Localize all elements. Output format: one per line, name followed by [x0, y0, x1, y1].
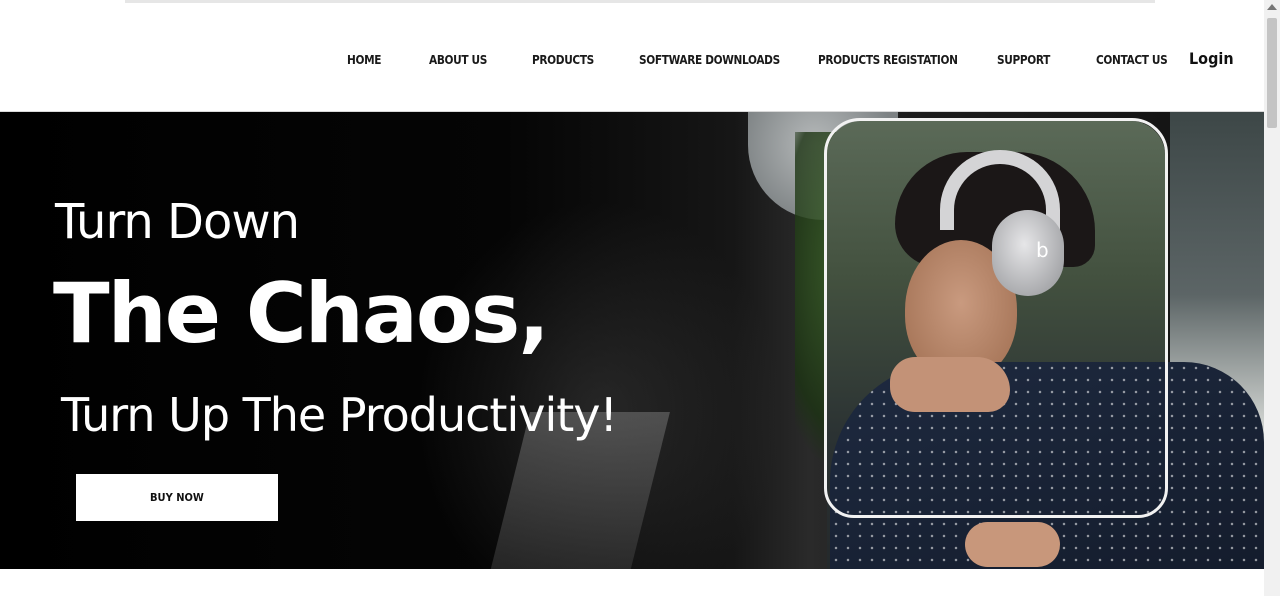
nav-software-downloads[interactable]: SOFTWARE DOWNLOADS — [639, 50, 780, 70]
nav-home[interactable]: HOME — [347, 50, 381, 70]
hero-headline-line2: The Chaos, — [53, 265, 550, 362]
nav-products[interactable]: PRODUCTS — [532, 50, 594, 70]
scrollbar-thumb[interactable] — [1267, 18, 1277, 128]
top-border-line — [125, 0, 1155, 3]
login-link[interactable]: Login — [1189, 47, 1234, 71]
buy-now-button[interactable]: BUY NOW — [76, 474, 278, 521]
buy-now-label: BUY NOW — [150, 491, 204, 504]
site-header: HOME ABOUT US PRODUCTS SOFTWARE DOWNLOAD… — [0, 8, 1264, 112]
nav-products-registration[interactable]: PRODUCTS REGISTATION — [818, 50, 958, 70]
main-navigation: HOME ABOUT US PRODUCTS SOFTWARE DOWNLOAD… — [0, 8, 1264, 111]
hero-photo-frame — [824, 118, 1168, 518]
nav-contact-us[interactable]: CONTACT US — [1096, 50, 1168, 70]
hero-headline-line3: Turn Up The Productivity! — [61, 388, 618, 442]
hero-headline-line1: Turn Down — [55, 194, 300, 250]
hero-banner: b Turn Down The Chaos, Turn Up The Produ… — [0, 112, 1264, 569]
nav-about-us[interactable]: ABOUT US — [429, 50, 487, 70]
nav-support[interactable]: SUPPORT — [997, 50, 1050, 70]
scroll-up-arrow-icon[interactable] — [1267, 4, 1277, 10]
hero-person-hand-lower — [965, 522, 1060, 567]
